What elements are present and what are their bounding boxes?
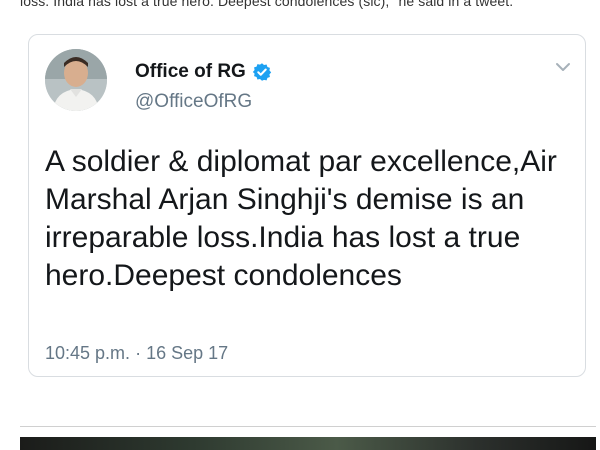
divider — [20, 426, 596, 427]
display-name[interactable]: Office of RG — [135, 61, 246, 83]
embedded-tweet-card[interactable]: Office of RG @OfficeOfRG A soldier & dip… — [28, 34, 586, 377]
avatar[interactable] — [45, 49, 107, 111]
article-text-snippet: loss. India has lost a true hero. Deepes… — [20, 0, 514, 9]
chevron-down-icon[interactable] — [555, 61, 571, 73]
tweet-time: 10:45 p.m. — [45, 343, 131, 363]
tweet-text: A soldier & diplomat par excellence,Air … — [45, 145, 557, 292]
tweet-date: 16 Sep 17 — [146, 343, 229, 363]
meta-separator: · — [135, 343, 142, 363]
tweet-timestamp[interactable]: 10:45 p.m. · 16 Sep 17 — [45, 343, 228, 364]
profile-photo-icon — [45, 49, 107, 111]
author-name-row: Office of RG — [135, 61, 272, 83]
user-handle[interactable]: @OfficeOfRG — [135, 91, 252, 113]
next-media-preview[interactable] — [20, 437, 596, 450]
verified-badge-icon — [252, 63, 272, 81]
page: loss. India has lost a true hero. Deepes… — [0, 0, 600, 450]
